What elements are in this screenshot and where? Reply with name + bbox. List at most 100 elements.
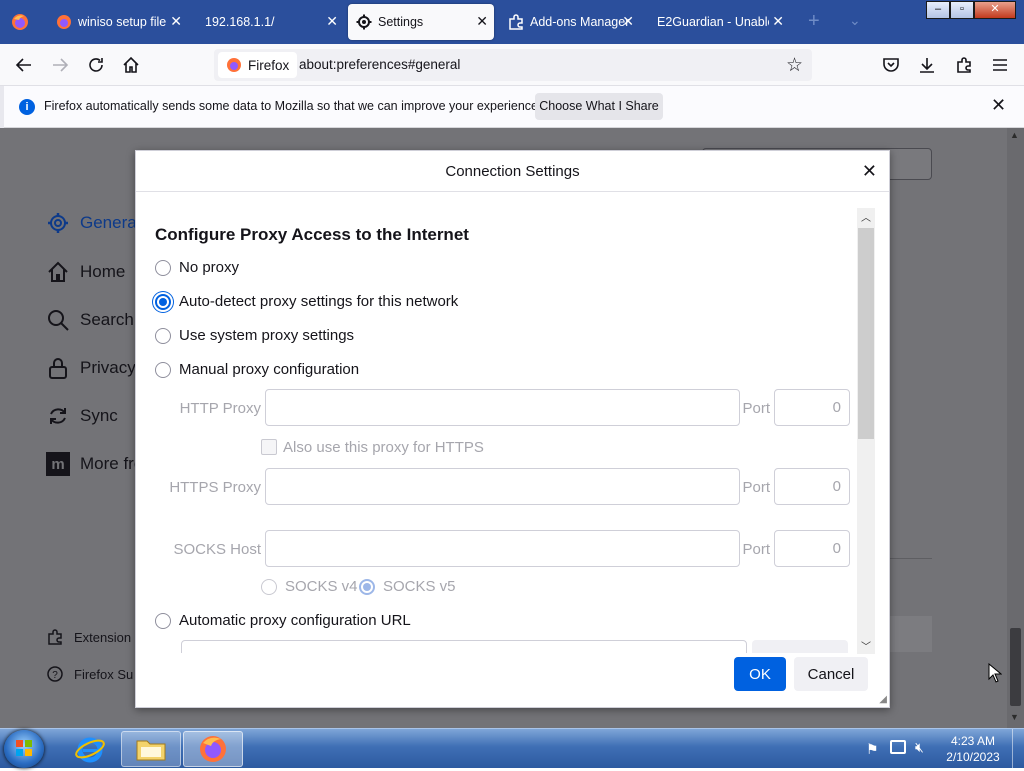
tab-bar: winiso setup file ✕ 192.168.1.1/ ✕ Setti… (0, 0, 1024, 44)
hamburger-icon (993, 59, 1007, 71)
reload-url-button[interactable] (752, 640, 848, 653)
radio-manual-proxy[interactable]: Manual proxy configuration (155, 361, 359, 378)
firefox-menu-icon[interactable] (10, 12, 30, 32)
tab-winiso[interactable]: winiso setup file ✕ (48, 4, 188, 40)
sidebar-item-search[interactable]: Search (46, 308, 134, 332)
https-proxy-input[interactable] (265, 468, 740, 505)
radio-button[interactable] (261, 578, 277, 595)
resize-grip-icon[interactable]: ◢ (879, 694, 887, 705)
firefox-icon (56, 14, 72, 30)
https-port-input[interactable]: 0 (774, 468, 850, 505)
show-desktop-button[interactable] (1012, 729, 1024, 769)
taskbar-internet-explorer[interactable] (60, 731, 120, 767)
radio-button[interactable] (155, 612, 171, 629)
home-icon (123, 56, 139, 73)
socks-port-input[interactable]: 0 (774, 530, 850, 567)
page-scrollbar[interactable]: ▲ ▼ (1007, 128, 1024, 728)
also-https-checkbox[interactable] (261, 439, 277, 455)
close-icon[interactable]: ✕ (622, 13, 634, 29)
url-text[interactable]: about:preferences#general (299, 57, 460, 72)
close-icon[interactable]: ✕ (991, 95, 1006, 116)
cancel-button[interactable]: Cancel (794, 657, 868, 691)
dialog-scrollbar[interactable]: ︿ ﹀ (857, 208, 875, 654)
radio-auto-detect[interactable]: Auto-detect proxy settings for this netw… (155, 293, 458, 310)
reload-button[interactable] (83, 52, 109, 78)
identity-box[interactable]: Firefox (218, 52, 298, 78)
notification-bar: i Firefox automatically sends some data … (0, 86, 1024, 128)
radio-button-selected[interactable] (155, 293, 171, 310)
radio-no-proxy[interactable]: No proxy (155, 259, 239, 276)
radio-button[interactable] (155, 327, 171, 344)
close-icon[interactable]: ✕ (476, 13, 488, 29)
back-button[interactable] (11, 52, 37, 78)
clock-date[interactable]: 2/10/2023 (944, 750, 1002, 764)
choose-what-i-share-button[interactable]: Choose What I Share (535, 93, 663, 120)
clock-time[interactable]: 4:23 AM (944, 734, 1002, 748)
tab-addons[interactable]: Add-ons Manager ✕ (500, 4, 642, 40)
lock-icon (46, 356, 70, 380)
http-proxy-input[interactable] (265, 389, 740, 426)
downloads-button[interactable] (914, 52, 940, 78)
http-port-input[interactable]: 0 (774, 389, 850, 426)
close-window-button[interactable]: ✕ (974, 1, 1016, 19)
app-menu-button[interactable] (987, 52, 1013, 78)
sidebar-item-home[interactable]: Home (46, 260, 125, 284)
radio-socks-v5[interactable]: SOCKS v5 (359, 578, 456, 595)
close-icon[interactable]: ✕ (326, 13, 338, 29)
scroll-up-arrow[interactable]: ︿ (861, 209, 871, 224)
download-icon (920, 58, 934, 73)
start-button[interactable] (4, 730, 44, 768)
new-tab-button[interactable]: + (808, 10, 820, 33)
network-icon[interactable] (890, 740, 906, 754)
search-icon (46, 308, 70, 332)
sidebar-footer-extensions[interactable]: Extension (46, 628, 131, 646)
radio-socks-v4[interactable]: SOCKS v4 (261, 578, 358, 595)
forward-button[interactable] (47, 52, 73, 78)
close-icon[interactable]: ✕ (772, 13, 784, 29)
socks-host-input[interactable] (265, 530, 740, 567)
url-bar[interactable]: Firefox about:preferences#general ☆ (214, 49, 812, 81)
tab-title: Settings (378, 15, 424, 29)
radio-button[interactable] (155, 361, 171, 378)
tab-e2guardian[interactable]: E2Guardian - Unable ✕ (648, 4, 792, 40)
list-tabs-button[interactable]: ⌄ (849, 12, 861, 29)
maximize-button[interactable]: ▫ (950, 1, 974, 19)
sidebar-item-more-from-mozilla[interactable]: m More fro (46, 452, 143, 476)
sidebar-footer-support[interactable]: ? Firefox Su (46, 665, 133, 683)
ok-button[interactable]: OK (734, 657, 786, 691)
radio-auto-config-url[interactable]: Automatic proxy configuration URL (155, 612, 411, 629)
sync-icon (46, 404, 70, 428)
dialog-scroll-area: Configure Proxy Access to the Internet N… (136, 193, 876, 653)
pocket-button[interactable] (878, 52, 904, 78)
radio-button[interactable] (155, 259, 171, 276)
mouse-cursor-icon (988, 662, 1003, 686)
action-center-flag-icon[interactable]: ⚑ (866, 741, 879, 758)
close-icon[interactable]: ✕ (862, 151, 877, 192)
scroll-thumb[interactable] (858, 228, 874, 439)
scroll-thumb[interactable] (1010, 628, 1021, 706)
taskbar-firefox[interactable] (183, 731, 243, 767)
close-icon[interactable]: ✕ (170, 13, 182, 29)
radio-label: SOCKS v4 (285, 578, 358, 595)
star-icon[interactable]: ☆ (786, 54, 803, 77)
extensions-button[interactable] (951, 52, 977, 78)
sidebar-item-sync[interactable]: Sync (46, 404, 118, 428)
radio-button-selected[interactable] (359, 578, 375, 595)
https-port-label: Port (742, 479, 770, 496)
scroll-down-arrow[interactable]: ﹀ (861, 638, 871, 653)
home-button[interactable] (118, 52, 144, 78)
scroll-up-arrow[interactable]: ▲ (1010, 130, 1019, 140)
radio-system-proxy[interactable]: Use system proxy settings (155, 327, 354, 344)
tab-settings[interactable]: Settings ✕ (348, 4, 494, 40)
sidebar-item-general[interactable]: General (46, 211, 140, 235)
http-port-label: Port (742, 400, 770, 417)
auto-config-url-input[interactable] (181, 640, 747, 653)
scroll-down-arrow[interactable]: ▼ (1010, 712, 1019, 722)
volume-muted-icon[interactable]: 🔇︎ (915, 739, 924, 756)
taskbar-explorer[interactable] (121, 731, 181, 767)
puzzle-icon (508, 14, 524, 30)
tab-router[interactable]: 192.168.1.1/ ✕ (196, 4, 344, 40)
minimize-button[interactable]: – (926, 1, 950, 19)
tab-title: winiso setup file (78, 15, 167, 29)
firefox-icon (226, 57, 242, 73)
